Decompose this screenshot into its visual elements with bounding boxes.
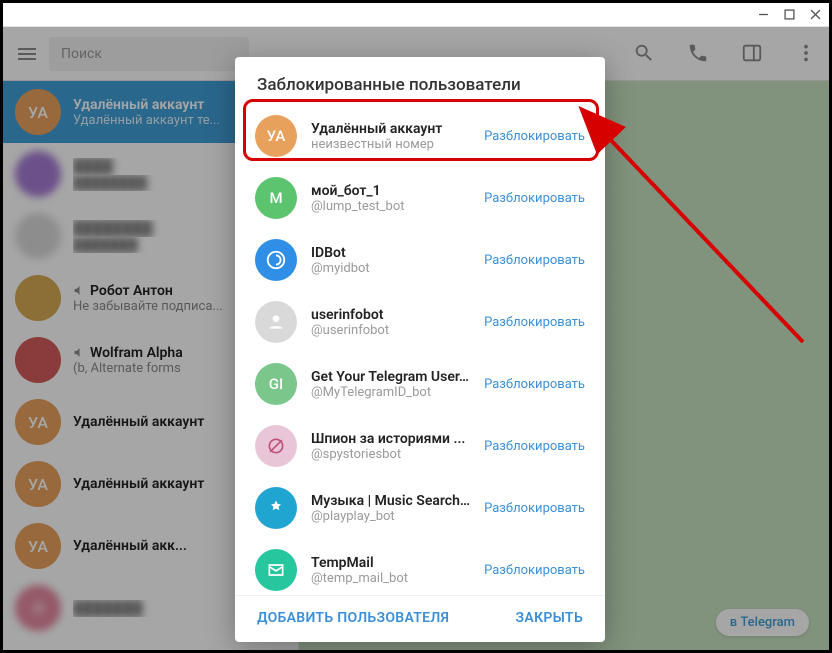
blocked-user-name: IDBot [311,245,470,261]
blocked-user-row[interactable]: IDBot@myidbot Разблокировать [235,229,605,291]
close-window-button[interactable] [809,9,821,21]
blocked-user-row[interactable]: userinfobot@userinfobot Разблокировать [235,291,605,353]
blocked-user-row[interactable]: Шпион за историями ...@spystoriesbot Разб… [235,415,605,477]
blocked-user-name: TempMail [311,555,470,571]
blocked-user-subtitle: @userinfobot [311,323,470,338]
blocked-user-name: Удалённый аккаунт [311,121,470,137]
avatar [255,487,297,529]
blocked-user-name: userinfobot [311,307,470,323]
avatar: М [255,177,297,219]
blocked-users-list[interactable]: УА Удалённый аккаунтнеизвестный номер Разб… [235,105,605,595]
unblock-button[interactable]: Разблокировать [484,501,585,516]
avatar: GI [255,363,297,405]
blocked-user-name: Шпион за историями ... [311,431,470,447]
blocked-user-row[interactable]: Музыка | Music Search...@playplay_bot Раз… [235,477,605,539]
unblock-button[interactable]: Разблокировать [484,377,585,392]
avatar [255,301,297,343]
window-titlebar [3,3,829,27]
unblock-button[interactable]: Разблокировать [484,191,585,206]
blocked-users-modal: Заблокированные пользователи УА Удалённый… [235,57,605,642]
blocked-user-subtitle: @lump_test_bot [311,199,470,214]
blocked-user-subtitle: @spystoriesbot [311,447,470,462]
modal-title: Заблокированные пользователи [235,57,605,105]
avatar: УА [255,115,297,157]
blocked-user-row[interactable]: УА Удалённый аккаунтнеизвестный номер Разб… [235,105,605,167]
avatar [255,549,297,591]
close-button[interactable]: ЗАКРЫТЬ [516,610,583,626]
unblock-button[interactable]: Разблокировать [484,253,585,268]
blocked-user-subtitle: @MyTelegramID_bot [311,385,470,400]
unblock-button[interactable]: Разблокировать [484,315,585,330]
unblock-button[interactable]: Разблокировать [484,129,585,144]
maximize-button[interactable] [783,9,795,21]
avatar [255,425,297,467]
minimize-button[interactable] [757,9,769,21]
add-user-button[interactable]: ДОБАВИТЬ ПОЛЬЗОВАТЕЛЯ [257,610,449,626]
blocked-user-name: мой_бот_1 [311,183,470,199]
blocked-user-subtitle: @playplay_bot [311,509,470,524]
avatar [255,239,297,281]
blocked-user-name: Get Your Telegram User... [311,369,470,385]
blocked-user-subtitle: неизвестный номер [311,137,470,152]
blocked-user-name: Музыка | Music Search... [311,493,470,509]
unblock-button[interactable]: Разблокировать [484,563,585,578]
blocked-user-row[interactable]: Ммой_бот_1@lump_test_bot Разблокировать [235,167,605,229]
blocked-user-row[interactable]: TempMail@temp_mail_bot Разблокировать [235,539,605,595]
unblock-button[interactable]: Разблокировать [484,439,585,454]
blocked-user-subtitle: @myidbot [311,261,470,276]
blocked-user-subtitle: @temp_mail_bot [311,571,470,586]
blocked-user-row[interactable]: GI Get Your Telegram User...@MyTelegramID… [235,353,605,415]
